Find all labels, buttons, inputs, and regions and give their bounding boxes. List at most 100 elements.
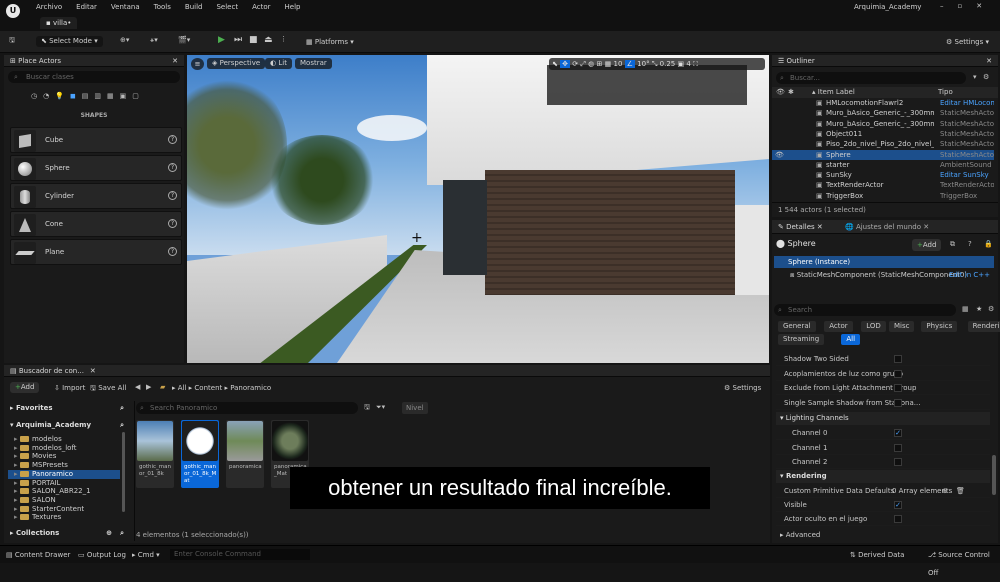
select-icon[interactable]: ⬉: [552, 60, 558, 68]
asset-card[interactable]: gothic_manor_01_8k_Mat: [181, 420, 219, 488]
derived-data-button[interactable]: ⇅ Derived Data: [850, 546, 904, 564]
outliner-row[interactable]: ▣Piso_2do_nivel_Piso_2do_nivel__2025 Stat…: [772, 139, 994, 149]
visible-checkbox[interactable]: ✓: [894, 501, 902, 509]
collections-section[interactable]: ▸ Collections ⊕ ⌕: [6, 527, 128, 539]
settings-button[interactable]: ⚙ Settings: [724, 384, 761, 392]
menu-item-actor[interactable]: Actor: [252, 3, 270, 11]
visibility-icon[interactable]: 👁: [776, 87, 785, 98]
surface-snap-icon[interactable]: ⊞: [597, 60, 603, 68]
menu-item-archivo[interactable]: Archivo: [36, 3, 62, 11]
angle-snap-icon[interactable]: ∠: [624, 60, 635, 68]
help-icon[interactable]: ?: [168, 135, 177, 144]
hamburger-icon[interactable]: ≡: [191, 58, 204, 70]
other-icon[interactable]: ▢: [132, 92, 145, 100]
content-browser-tab[interactable]: ▤ Buscador de con... ✕: [4, 365, 770, 377]
level-filter[interactable]: Nivel: [402, 402, 428, 414]
folder-item[interactable]: ▸ MSPresets: [8, 461, 120, 470]
outliner-row[interactable]: ▣Muro_bAsico_Generic_-_300mm__20 StaticMe…: [772, 119, 994, 129]
property-checkbox[interactable]: [894, 355, 902, 363]
search-icon[interactable]: ⌕: [120, 527, 124, 539]
settings-icon[interactable]: ⚙: [983, 73, 989, 81]
cinematics-icon[interactable]: 🎬▾: [178, 36, 190, 44]
channel-checkbox[interactable]: [894, 458, 902, 467]
blueprint-icon[interactable]: ⚹▾: [150, 36, 158, 45]
outliner-row[interactable]: ▣ TextRenderActor TextRenderActor: [772, 180, 994, 190]
outliner-row[interactable]: ▣ TriggerBox TriggerBox: [772, 191, 994, 201]
add-actor-icon[interactable]: ⊕▾: [120, 36, 129, 44]
item-label-header[interactable]: ▴ Item Label: [812, 87, 855, 98]
project-tab[interactable]: ▪ villa•: [40, 17, 78, 29]
shapes-icon[interactable]: ◼: [70, 92, 82, 100]
add-element-icon[interactable]: ⊕: [942, 484, 948, 498]
recent-icon[interactable]: ◷: [31, 92, 43, 100]
folder-item[interactable]: ▸ Textures: [8, 513, 120, 522]
maximize-viewport-icon[interactable]: ⛶: [693, 60, 698, 68]
trash-icon[interactable]: 🗑: [956, 484, 965, 498]
close-icon[interactable]: ✕: [172, 55, 178, 67]
outliner-row[interactable]: 👁 ▣ Sphere StaticMeshActor: [772, 149, 994, 160]
menu-item-select[interactable]: Select: [216, 3, 238, 11]
asset-search-input[interactable]: ⌕ Search Panoramico: [136, 402, 358, 414]
all-classes-icon[interactable]: ▣: [120, 92, 133, 100]
details-scrollbar[interactable]: [992, 455, 996, 495]
help-icon[interactable]: ?: [168, 163, 177, 172]
details-tab[interactable]: ✎ Detalles ✕: [778, 223, 823, 231]
lights-icon[interactable]: 💡: [55, 92, 70, 100]
platforms-dropdown[interactable]: ▦ Platforms ▾: [306, 38, 354, 46]
property-checkbox[interactable]: [894, 398, 902, 407]
shape-cube[interactable]: Cube?: [10, 127, 182, 153]
folder-item[interactable]: ▸ SALON: [8, 496, 120, 505]
step-icon[interactable]: ⏭: [234, 35, 242, 45]
menu-item-help[interactable]: Help: [285, 3, 301, 11]
pin-icon[interactable]: ✱: [788, 87, 794, 98]
shape-sphere[interactable]: Sphere?: [10, 155, 182, 181]
minimize-icon[interactable]: –: [940, 2, 958, 10]
shape-cylinder[interactable]: Cylinder?: [10, 183, 182, 209]
outliner-row[interactable]: ▣ Object011 StaticMeshActor: [772, 129, 994, 139]
more-options-icon[interactable]: ⋮: [280, 35, 287, 43]
source-control-button[interactable]: ⎇ Source Control Off: [928, 546, 1000, 582]
search-classes-input[interactable]: ⌕ Buscar clases: [8, 71, 180, 83]
grid-view-icon[interactable]: ▦: [962, 305, 969, 313]
viewport[interactable]: + ≡ ◈ Perspective ◐ Lit Mostrar ⬉ ✥ ⟳ ⤢ …: [187, 55, 769, 363]
close-icon[interactable]: ✕: [986, 55, 992, 67]
filter-icon[interactable]: ⏷▾: [376, 403, 385, 412]
tree-scrollbar[interactable]: [122, 432, 125, 512]
close-icon[interactable]: ✕: [976, 2, 996, 10]
asset-card[interactable]: panoramica: [226, 420, 264, 488]
help-icon[interactable]: ?: [168, 191, 177, 200]
advanced-section[interactable]: ▸ Advanced: [776, 529, 990, 541]
scale-snap-icon[interactable]: ⤡: [652, 60, 658, 68]
close-icon[interactable]: ✕: [90, 367, 96, 375]
cinematic-icon[interactable]: ▤: [82, 92, 95, 100]
visual-effects-icon[interactable]: ▥: [94, 92, 107, 100]
property-checkbox[interactable]: [894, 384, 902, 393]
filter-tab-lod[interactable]: LOD: [861, 321, 886, 332]
folder-item[interactable]: ▸ Movies: [8, 452, 120, 461]
menu-item-editar[interactable]: Editar: [76, 3, 97, 11]
component-row[interactable]: ⧈ StaticMeshComponent (StaticMeshCompone…: [774, 269, 994, 281]
add-component-button[interactable]: +Add: [912, 239, 942, 251]
forward-icon[interactable]: ▶: [146, 383, 151, 391]
place-actors-tab[interactable]: ⊞ Place Actors ✕: [4, 55, 184, 67]
help-icon[interactable]: ?: [168, 219, 177, 228]
add-button[interactable]: +Add: [10, 382, 40, 393]
grid-snap-icon[interactable]: ▦: [605, 60, 612, 68]
rotate-icon[interactable]: ⟳: [572, 60, 578, 68]
breadcrumb-all[interactable]: All: [178, 384, 187, 392]
project-section[interactable]: ▾ Arquimia_Academy ⌕: [6, 419, 128, 431]
edit-cpp-link[interactable]: Edit in C++: [949, 269, 990, 281]
filter-tab-all[interactable]: All: [841, 334, 861, 345]
camera-speed-icon[interactable]: ▣: [677, 60, 684, 68]
folder-item[interactable]: ▸ StarterContent: [8, 505, 120, 514]
filter-tab-general[interactable]: General: [778, 321, 816, 332]
maximize-icon[interactable]: ▫: [958, 2, 977, 10]
outliner-row[interactable]: ▣ HMLocomotionFlawrl2 Editar HMLocom: [772, 98, 994, 108]
breadcrumb-content[interactable]: Content: [194, 384, 222, 392]
save-search-icon[interactable]: 🖫: [364, 403, 370, 414]
world-settings-tab[interactable]: 🌐 Ajustes del mundo ✕: [845, 223, 929, 231]
stop-icon[interactable]: ■: [249, 35, 258, 45]
instance-row[interactable]: Sphere (Instance): [774, 256, 994, 268]
perspective-button[interactable]: ◈ Perspective: [207, 58, 266, 69]
back-icon[interactable]: ◀: [135, 383, 140, 391]
